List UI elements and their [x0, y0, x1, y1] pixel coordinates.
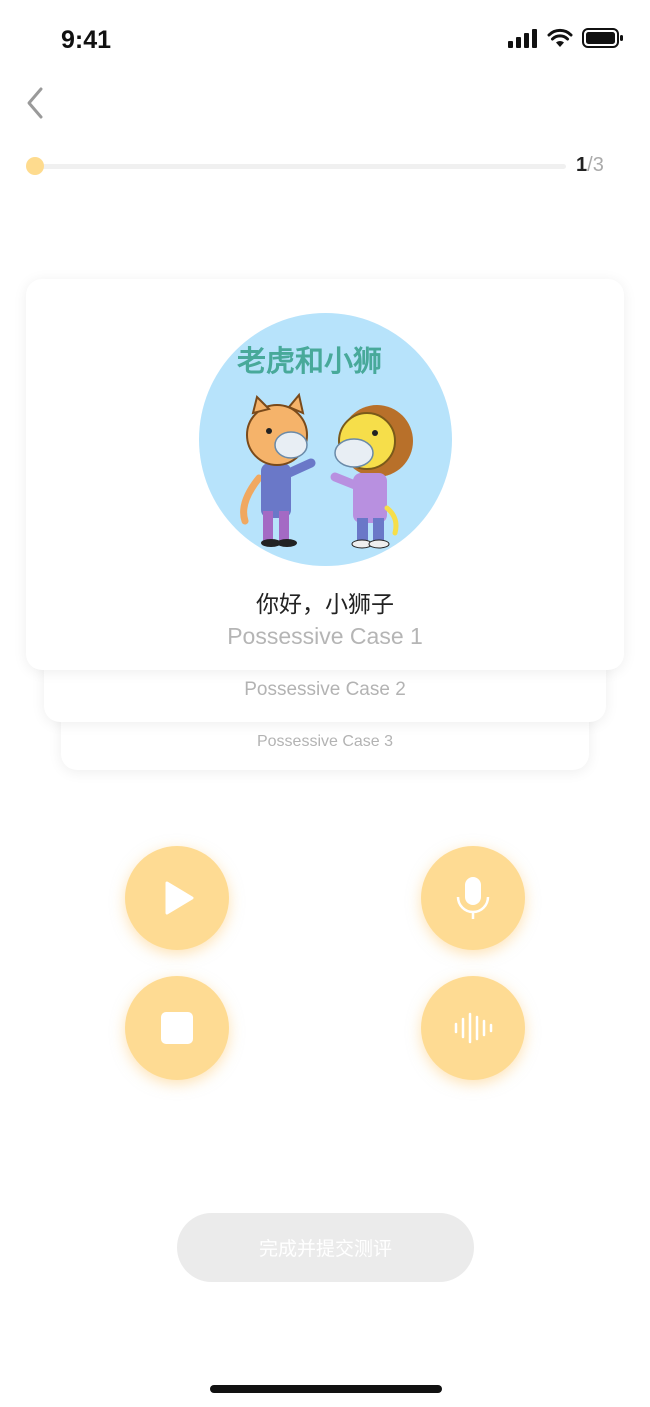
illustration-caption: 老虎和小狮 — [237, 344, 382, 378]
battery-icon — [582, 28, 623, 48]
progress-counter: 1/3 — [576, 154, 604, 177]
signal-icon — [508, 29, 537, 48]
back-button[interactable] — [22, 86, 50, 120]
submit-evaluation-button[interactable]: 完成并提交测评 — [177, 1213, 474, 1282]
card-subtitle: Possessive Case 2 — [244, 679, 406, 700]
home-indicator — [210, 1385, 442, 1393]
card-subtitle: Possessive Case 1 — [227, 623, 423, 649]
card-subtitle: Possessive Case 3 — [256, 733, 394, 750]
microphone-icon — [456, 877, 490, 919]
playback-recording-button[interactable] — [421, 976, 525, 1080]
card-title: 你好，小狮子 — [256, 591, 394, 617]
progress-knob — [26, 157, 44, 175]
progress-current: 1 — [576, 154, 588, 176]
story-illustration: 老虎和小狮 — [199, 313, 452, 566]
progress-track — [35, 164, 566, 169]
stop-button[interactable] — [125, 976, 229, 1080]
status-time: 9:41 — [61, 26, 112, 54]
status-icons — [508, 27, 624, 49]
play-icon — [165, 881, 194, 915]
play-button[interactable] — [125, 846, 229, 950]
stop-icon — [161, 1012, 193, 1044]
exercise-card-1[interactable]: 老虎和小狮 你好，小狮子 Possessive Case 1 — [26, 279, 624, 670]
waveform-icon — [454, 1012, 493, 1044]
wifi-icon — [547, 28, 573, 47]
chevron-left-icon — [27, 87, 43, 119]
record-button[interactable] — [421, 846, 525, 950]
progress-total: 3 — [592, 154, 604, 176]
